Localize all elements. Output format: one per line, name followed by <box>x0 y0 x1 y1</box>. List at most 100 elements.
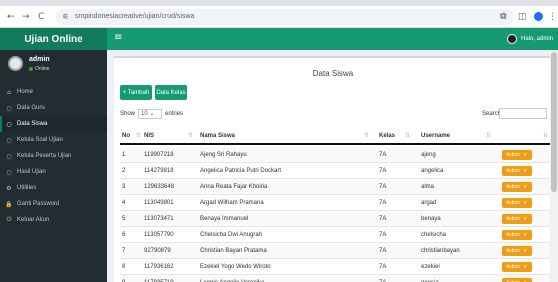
cell-nama: Argad Wilham Pramana <box>200 200 264 206</box>
sidebar-item-label: Keluar Akun <box>17 217 50 223</box>
sidebar-item-data-siswa[interactable]: ○ Data Siswa <box>0 116 107 132</box>
address-bar[interactable]: ⚟ smpindonesiacreative/ujian/crud/siswa … <box>56 9 514 25</box>
sort-icon[interactable]: ⇅ <box>486 132 491 139</box>
action-dropdown-button[interactable]: Action▾ <box>502 278 532 282</box>
sort-icon[interactable]: ⇅ <box>543 132 548 139</box>
cell-nis: 113057790 <box>144 232 174 238</box>
circle-icon: ○ <box>6 120 12 128</box>
sidebar-item-kelola-peserta-ujian[interactable]: ○ Kelola Peserta Ujian <box>0 148 107 164</box>
sidebar-item-data-guru[interactable]: ○ Data Guru <box>0 100 107 116</box>
action-dropdown-button[interactable]: Action▾ <box>502 214 532 224</box>
search-input[interactable] <box>499 108 547 119</box>
col-header-no[interactable]: No <box>122 133 130 139</box>
sidebar-item-kelola-soal-ujian[interactable]: ○ Kelola Soal Ujian <box>0 132 107 148</box>
sort-icon[interactable]: ⇅ <box>364 132 369 139</box>
table-row: 3 129633648 Anna Reata Fajar Khoiria 7A alma… <box>120 179 550 195</box>
cell-nis: 119907218 <box>144 152 174 158</box>
lock-icon: 🔒 <box>5 200 13 208</box>
cell-nama: Chelsicha Dwi Anugrah <box>200 232 263 238</box>
sort-icon[interactable]: ⇅ <box>188 132 193 139</box>
add-student-button[interactable]: + Tambah <box>120 85 152 100</box>
sidebar-item-label: Hasil Ujian <box>17 169 46 175</box>
user-name: admin <box>29 56 50 63</box>
online-dot-icon <box>29 66 33 71</box>
sidebar-item-hasil-ujian[interactable]: ○ Hasil Ujian <box>0 164 107 180</box>
action-dropdown-button[interactable]: Action▾ <box>502 166 532 176</box>
cell-no: 2 <box>122 168 126 174</box>
entries-select[interactable]: 10 ⌄ <box>138 109 163 119</box>
side-panel-icon[interactable]: ◫ <box>518 12 527 22</box>
browser-toolbar: ← → C ⚟ smpindonesiacreative/ujian/crud/… <box>0 0 558 28</box>
cell-nama: Anna Reata Fajar Khoiria <box>200 184 268 190</box>
sidebar-item-label: Ganti Password <box>17 201 60 207</box>
table-header: No ⇅ NIS ⇅ Nama Siswa ⇅ Kelas ⇅ Username… <box>120 128 550 145</box>
url-text[interactable]: smpindonesiacreative/ujian/crud/siswa <box>75 13 194 20</box>
sidebar-item-label: Kelola Peserta Ujian <box>17 153 72 159</box>
cell-kelas: 7A <box>379 216 387 222</box>
cell-kelas: 7A <box>379 248 387 254</box>
sidebar-toggle-icon[interactable]: ≡ <box>114 33 122 43</box>
action-dropdown-button[interactable]: Action▾ <box>502 246 532 256</box>
caret-down-icon: ▾ <box>523 264 527 270</box>
nav-user-avatar <box>506 34 517 44</box>
action-label: Action <box>506 200 520 206</box>
sidebar-item-label: Utilities <box>17 185 37 191</box>
sort-icon[interactable]: ⇅ <box>405 132 410 139</box>
caret-down-icon: ▾ <box>523 216 527 222</box>
sidebar-item-label: Data Siswa <box>17 121 48 127</box>
top-navbar: ≡ Halo, admin <box>107 28 558 50</box>
nav-user-menu[interactable]: Halo, admin <box>506 34 553 44</box>
cell-nis: 113049801 <box>144 200 174 206</box>
entries-label: entries <box>165 111 184 117</box>
sidebar-item-label: Kelola Soal Ujian <box>17 137 63 143</box>
col-header-kelas[interactable]: Kelas <box>379 133 395 139</box>
profile-avatar[interactable] <box>534 12 543 21</box>
col-header-nama[interactable]: Nama Siswa <box>200 133 235 139</box>
circle-icon: ○ <box>6 136 12 144</box>
cell-no: 6 <box>122 232 126 238</box>
table-row: 9117935719Leonie Angelie Veronika7Ageosi… <box>120 275 550 282</box>
reload-button[interactable]: C <box>38 12 44 22</box>
scrollbar-thumb[interactable] <box>551 52 557 192</box>
data-kelas-button[interactable]: Data Kelas <box>155 85 187 100</box>
forward-button[interactable]: → <box>22 12 30 22</box>
sidebar-item-ganti-password[interactable]: 🔒 Ganti Password <box>0 196 107 212</box>
user-status: Online <box>29 66 49 72</box>
sidebar-item-keluar-akun[interactable]: ⏻ Keluar Akun <box>0 212 107 228</box>
sort-icon[interactable]: ⇅ <box>136 132 141 139</box>
cell-no: 4 <box>122 200 126 206</box>
action-dropdown-button[interactable]: Action▾ <box>502 150 532 160</box>
tab-strip <box>0 0 558 6</box>
action-label: Action <box>506 216 520 222</box>
circle-icon: ○ <box>6 104 12 112</box>
home-icon: ⌂ <box>7 88 11 96</box>
action-dropdown-button[interactable]: Action▾ <box>502 262 532 272</box>
sidebar-item-home[interactable]: ⌂ Home <box>0 84 107 100</box>
back-button[interactable]: ← <box>7 12 15 22</box>
col-header-nis[interactable]: NIS <box>144 133 154 139</box>
entries-select-value: 10 <box>141 111 148 117</box>
cell-username: ajeng <box>421 152 436 158</box>
cell-no: 3 <box>122 184 126 190</box>
site-info-icon[interactable]: ⚟ <box>62 12 69 21</box>
cell-no: 7 <box>122 248 126 254</box>
app-brand[interactable]: Ujian Online <box>0 28 107 50</box>
user-avatar <box>8 56 23 71</box>
browser-menu-icon[interactable]: ⋮ <box>548 12 557 22</box>
cell-username: ezekiel <box>421 264 440 270</box>
user-panel: admin Online <box>0 50 107 82</box>
action-dropdown-button[interactable]: Action▾ <box>502 198 532 208</box>
col-header-username[interactable]: Username <box>421 133 450 139</box>
action-dropdown-button[interactable]: Action▾ <box>502 182 532 192</box>
action-dropdown-button[interactable]: Action▾ <box>502 230 532 240</box>
page-scrollbar[interactable] <box>550 50 558 282</box>
cell-nis: 114279818 <box>144 168 174 174</box>
cell-nama: Ezekiel Yogo Wedo Wiroto <box>200 264 271 270</box>
extensions-icon[interactable]: ⧉ <box>500 12 506 22</box>
cell-kelas: 7A <box>379 168 387 174</box>
caret-down-icon: ▾ <box>523 248 527 254</box>
sidebar-item-utilities[interactable]: ⚙ Utilities <box>0 180 107 196</box>
nav-user-name: Halo, admin <box>520 36 553 42</box>
table-row: 4 113049801 Argad Wilham Pramana 7A argad Act… <box>120 195 550 211</box>
cell-nis: 113073471 <box>144 216 174 222</box>
